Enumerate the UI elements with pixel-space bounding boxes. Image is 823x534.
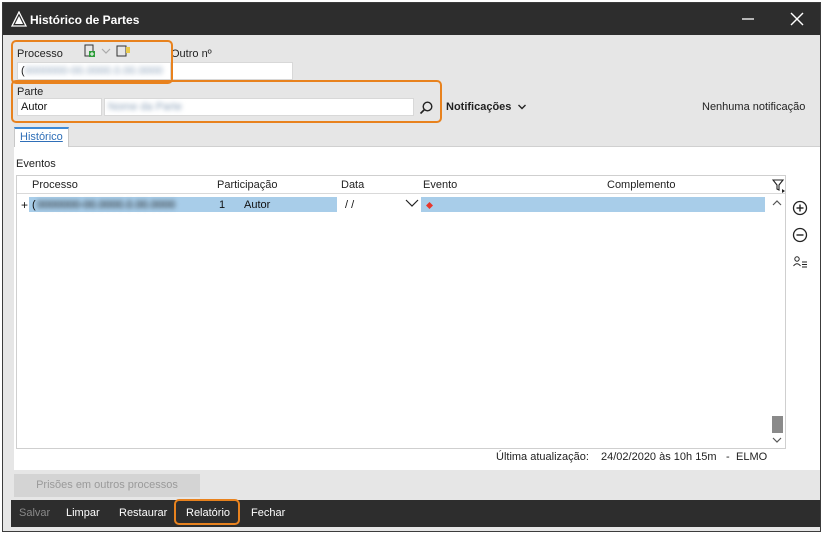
column-complemento[interactable]: Complemento (607, 179, 675, 191)
scroll-down-icon[interactable] (772, 436, 782, 444)
column-data[interactable]: Data (341, 179, 364, 191)
window-title: Histórico de Partes (30, 13, 140, 27)
row-selection-evento (421, 197, 765, 212)
scroll-up-icon[interactable] (772, 199, 782, 207)
bottom-action-bar: Salvar Limpar Restaurar Relatório Fechar (11, 500, 820, 527)
parte-highlight (11, 80, 442, 123)
tab-historico[interactable]: Histórico (14, 127, 69, 147)
last-update-user: ELMO (736, 451, 768, 463)
title-bar: Histórico de Partes (3, 3, 820, 35)
row-participacao-num: 1 (219, 199, 226, 211)
limpar-button[interactable]: Limpar (66, 507, 100, 519)
row-processo-blurred: 0000000-00.0000.0.00.0000 (37, 199, 176, 211)
last-update-value: 24/02/2020 às 10h 15m (601, 451, 717, 463)
relatorio-highlight (174, 499, 240, 525)
row-participacao: Autor (244, 199, 271, 211)
prisoes-outros-processos-button[interactable]: Prisões em outros processos (14, 474, 200, 497)
close-icon[interactable] (787, 9, 807, 29)
notificacoes-dropdown[interactable]: Notificações (446, 101, 511, 113)
column-processo[interactable]: Processo (32, 179, 78, 191)
minimize-icon[interactable] (738, 9, 758, 29)
scrollbar-thumb[interactable] (772, 416, 783, 433)
outro-numero-label: Outro nº (171, 48, 212, 60)
column-evento[interactable]: Evento (423, 179, 457, 191)
vertical-scrollbar[interactable] (769, 194, 785, 448)
event-marker-icon (426, 202, 433, 209)
historico-partes-window: Histórico de Partes Processo (0000000-00… (2, 2, 821, 532)
last-update-label: Última atualização: (496, 451, 589, 463)
date-dropdown-icon[interactable] (405, 198, 419, 208)
column-participacao[interactable]: Participação (217, 179, 278, 191)
user-list-icon[interactable] (792, 255, 808, 269)
processo-highlight (11, 40, 173, 84)
grid-header: Processo Participação Data Evento Comple… (17, 176, 785, 194)
app-logo-icon (11, 11, 27, 27)
add-circle-icon[interactable] (791, 199, 809, 217)
outro-numero-input[interactable] (171, 62, 293, 80)
notification-status: Nenhuma notificação (702, 101, 806, 113)
restaurar-button[interactable]: Restaurar (119, 507, 167, 519)
remove-circle-icon[interactable] (791, 226, 809, 244)
eventos-label: Eventos (16, 158, 56, 170)
chevron-down-icon[interactable] (517, 103, 527, 111)
salvar-button[interactable]: Salvar (19, 507, 50, 519)
row-expand-toggle[interactable]: + (21, 198, 28, 212)
last-update-separator: - (726, 451, 730, 463)
row-processo-prefix: ( (32, 199, 36, 211)
filter-icon[interactable] (772, 178, 786, 193)
fechar-button[interactable]: Fechar (251, 507, 285, 519)
row-data-input[interactable]: / / (345, 199, 354, 211)
eventos-grid: Processo Participação Data Evento Comple… (16, 175, 786, 449)
